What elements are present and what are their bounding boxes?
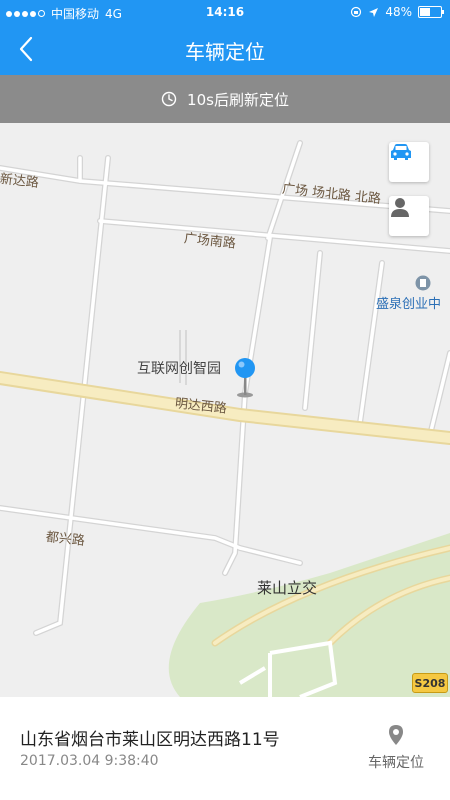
vehicle-locate-button[interactable]: 车辆定位 (364, 722, 428, 782)
map-label-shengquan: 盛泉创业中 (376, 297, 442, 312)
map-label-duxing-road: 都兴路 (45, 529, 86, 549)
my-location-button[interactable] (389, 196, 429, 236)
location-arrow-icon (369, 7, 379, 17)
map-label-laishan-interchange: 莱山立交 (257, 579, 318, 597)
vehicle-locate-label: 车辆定位 (368, 755, 424, 771)
car-icon (391, 144, 411, 160)
car-location-button[interactable] (389, 142, 429, 182)
map-view[interactable]: 新达路 广场 场北路 北路 广场南路 盛泉创业中 互联网创智园 明达西路 都兴路… (0, 123, 450, 697)
vehicle-location-pin-icon[interactable] (232, 357, 258, 399)
battery-percent: 48% (385, 5, 412, 19)
location-datetime: 2017.03.04 9:38:40 (20, 753, 159, 769)
building-poi-icon (415, 275, 431, 291)
location-info-panel: 山东省烟台市莱山区明达西路11号 2017.03.04 9:38:40 车辆定位 (0, 697, 450, 800)
status-right-group: 48% (350, 5, 444, 19)
page-title: 车辆定位 (185, 40, 265, 64)
refresh-text: 10s后刷新定位 (187, 90, 289, 109)
status-bar: 中国移动 4G 14:16 48% (0, 0, 450, 24)
clock-icon (161, 91, 177, 107)
map-label-hulianwang: 互联网创智园 (137, 361, 221, 377)
map-label-xinda-road: 新达路 (0, 171, 40, 191)
nav-header: 车辆定位 (0, 24, 450, 75)
orientation-lock-icon (351, 6, 362, 18)
person-icon (391, 198, 409, 217)
address-text: 山东省烟台市莱山区明达西路11号 (20, 730, 280, 750)
battery-icon (418, 6, 444, 18)
map-pin-icon (389, 725, 403, 745)
route-shield-s208: S208 (412, 673, 448, 693)
refresh-countdown-bar: 10s后刷新定位 (0, 75, 450, 123)
